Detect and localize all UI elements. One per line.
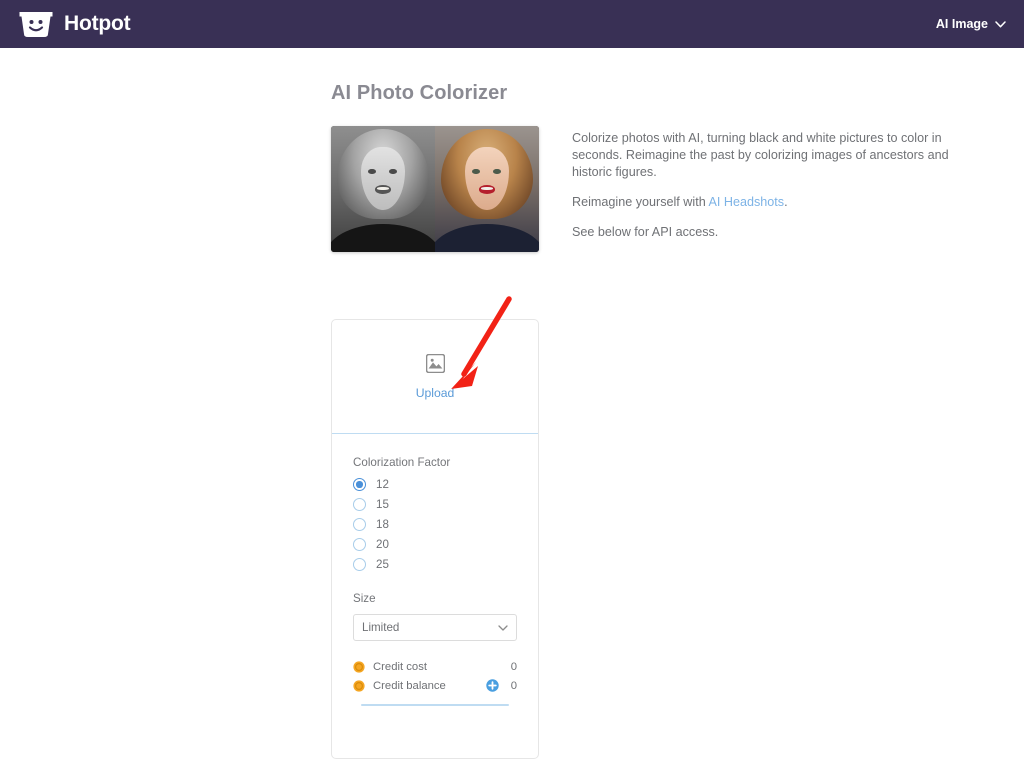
chevron-down-icon [498, 624, 508, 631]
plus-circle-icon[interactable] [486, 679, 499, 692]
image-placeholder-icon [425, 353, 445, 373]
description-line-2: Reimagine yourself with AI Headshots. [572, 194, 962, 211]
coin-icon [353, 661, 365, 673]
credits-section: Credit cost 0 Credit balance 0 [353, 661, 517, 692]
upload-dropzone[interactable]: Upload [332, 320, 538, 433]
top-header: Hotpot AI Image [0, 0, 1024, 48]
radio-button-25[interactable] [353, 558, 366, 571]
radio-button-12[interactable] [353, 478, 366, 491]
radio-option-15[interactable]: 15 [353, 498, 517, 511]
description-line-3: See below for API access. [572, 225, 719, 239]
size-select[interactable]: Limited [353, 614, 517, 641]
radio-button-15[interactable] [353, 498, 366, 511]
credit-balance-row: Credit balance 0 [353, 679, 517, 692]
page-title: AI Photo Colorizer [331, 82, 508, 104]
hero-image-colorized [435, 126, 539, 252]
size-section: Size Limited [353, 592, 517, 641]
coin-icon [353, 679, 365, 692]
chevron-down-icon [995, 20, 1006, 28]
description-line-2-suffix: . [784, 195, 788, 209]
options-section: Colorization Factor 12 15 18 20 25 Size … [332, 434, 538, 706]
hero-image-black-and-white [331, 126, 435, 252]
nav-ai-image-label: AI Image [935, 17, 988, 31]
credit-balance-label: Credit balance [373, 679, 446, 692]
radio-option-18[interactable]: 18 [353, 518, 517, 531]
radio-option-12[interactable]: 12 [353, 478, 517, 491]
radio-option-20[interactable]: 20 [353, 538, 517, 551]
upload-label: Upload [415, 385, 455, 400]
credit-cost-label: Credit cost [373, 661, 427, 673]
brand-name: Hotpot [64, 12, 131, 35]
radio-label-25: 25 [376, 558, 389, 571]
radio-label-20: 20 [376, 538, 389, 551]
nav-ai-image-menu[interactable]: AI Image [936, 17, 1024, 31]
action-button-top-edge[interactable] [361, 704, 509, 706]
radio-option-25[interactable]: 25 [353, 558, 517, 571]
radio-label-18: 18 [376, 518, 389, 531]
description-block: Colorize photos with AI, turning black a… [572, 130, 962, 241]
hotpot-smiley-pot-icon [18, 10, 54, 38]
description-line-1: Colorize photos with AI, turning black a… [572, 131, 949, 179]
brand-logo-group[interactable]: Hotpot [0, 10, 131, 38]
radio-label-15: 15 [376, 498, 389, 511]
colorization-factor-label: Colorization Factor [353, 456, 451, 469]
radio-button-20[interactable] [353, 538, 366, 551]
tool-card: Upload Colorization Factor 12 15 18 20 2… [331, 319, 539, 759]
radio-label-12: 12 [376, 478, 389, 491]
size-label: Size [353, 592, 376, 605]
radio-button-18[interactable] [353, 518, 366, 531]
credit-balance-value: 0 [510, 679, 517, 692]
description-line-2-prefix: Reimagine yourself with [572, 195, 709, 209]
ai-headshots-link[interactable]: AI Headshots [709, 195, 785, 209]
hero-before-after-image [331, 126, 539, 252]
size-select-value: Limited [362, 621, 400, 634]
credit-cost-row: Credit cost 0 [353, 661, 517, 673]
credit-cost-value: 0 [510, 661, 517, 673]
